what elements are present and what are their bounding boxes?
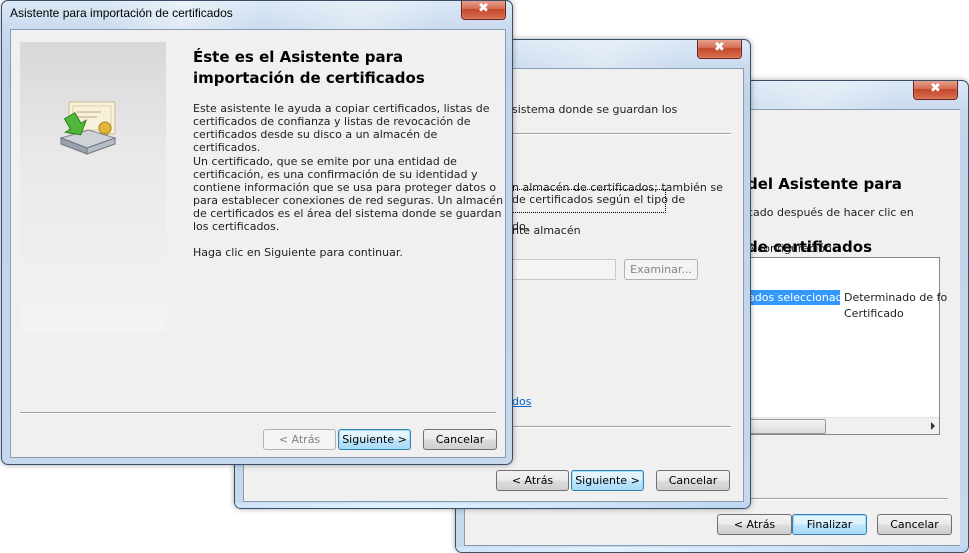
option-manual-store[interactable]: nte almacén bbox=[512, 224, 581, 237]
finish-button[interactable]: Finalizar bbox=[792, 514, 867, 535]
footer-separator bbox=[512, 426, 731, 428]
wizard-paragraph-continue: Haga clic en Siguiente para continuar. bbox=[193, 246, 403, 259]
back-button[interactable]: < Atrás bbox=[496, 470, 569, 491]
heading-line: del Asistente para bbox=[747, 175, 902, 193]
list-item-selected[interactable]: ados seleccionado bbox=[748, 290, 840, 305]
wizard-paragraph-intro: Este asistente le ayuda a copiar certifi… bbox=[193, 102, 490, 154]
browse-button[interactable]: Examinar... bbox=[624, 259, 698, 280]
next-button[interactable]: Siguiente > bbox=[338, 429, 411, 450]
wizard-client-area: Éste es el Asistente para importación de… bbox=[10, 29, 506, 458]
close-button[interactable]: ✖ bbox=[913, 81, 958, 100]
settings-label: e configuración: bbox=[747, 242, 836, 255]
option-label: de certificados según el tipo de bbox=[512, 193, 686, 206]
wizard-banner-panel bbox=[20, 42, 166, 332]
horizontal-scrollbar[interactable] bbox=[748, 417, 939, 434]
scrollbar-thumb[interactable] bbox=[748, 419, 826, 434]
certificate-import-icon bbox=[59, 101, 117, 155]
footer-separator bbox=[747, 498, 948, 500]
learn-more-link[interactable]: dos bbox=[512, 395, 531, 408]
cancel-button[interactable]: Cancelar bbox=[877, 514, 952, 535]
list-item-value: Certificado bbox=[844, 307, 904, 320]
window-bottom-strip bbox=[456, 547, 968, 552]
wizard-subtitle-text: sistema donde se guardan los bbox=[512, 103, 678, 116]
scroll-right-arrow-icon[interactable] bbox=[931, 422, 935, 430]
header-separator bbox=[512, 133, 731, 135]
wizard-body-text: cado después de hacer clic en bbox=[747, 206, 914, 219]
list-item-value: Determinado de fo bbox=[844, 291, 948, 304]
close-button[interactable]: ✖ bbox=[697, 40, 742, 59]
back-button[interactable]: < Atrás bbox=[717, 514, 792, 535]
cancel-button[interactable]: Cancelar bbox=[656, 470, 730, 491]
cancel-button[interactable]: Cancelar bbox=[423, 429, 497, 450]
close-button[interactable]: ✖ bbox=[461, 1, 506, 20]
option-auto-store[interactable]: de certificados según el tipo de bbox=[506, 189, 685, 213]
window-title: Asistente para importación de certificad… bbox=[10, 6, 233, 20]
window-bottom-strip bbox=[235, 503, 750, 508]
wizard-paragraph-definition: Un certificado, que se emite por una ent… bbox=[193, 155, 504, 233]
settings-list[interactable]: ados seleccionado Determinado de fo Cert… bbox=[747, 257, 947, 435]
footer-separator bbox=[20, 412, 496, 414]
next-button[interactable]: Siguiente > bbox=[571, 470, 644, 491]
wizard-window-welcome: Asistente para importación de certificad… bbox=[1, 0, 513, 465]
wizard-heading: Éste es el Asistente para importación de… bbox=[193, 48, 425, 87]
store-path-field[interactable] bbox=[512, 259, 616, 280]
back-button[interactable]: < Atrás bbox=[263, 429, 336, 450]
